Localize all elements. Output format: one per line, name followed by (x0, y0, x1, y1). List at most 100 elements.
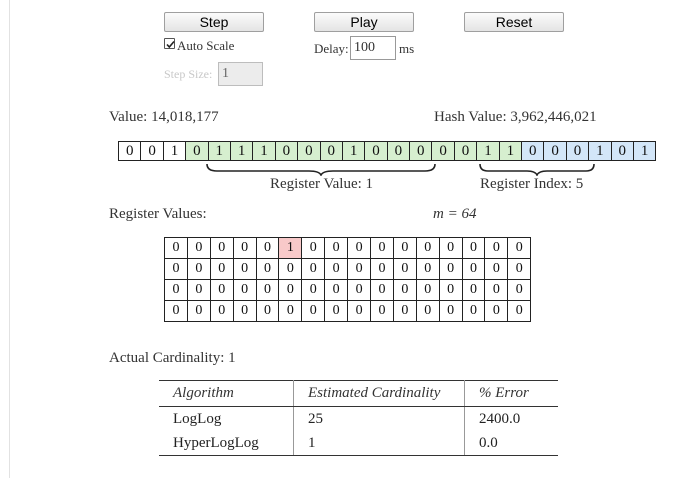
hash-bit: 0 (297, 141, 321, 161)
register-cell: 0 (461, 258, 486, 280)
hash-bit: 0 (610, 141, 634, 161)
register-cell: 0 (164, 258, 188, 280)
register-cell: 0 (301, 258, 326, 280)
register-cell: 0 (232, 237, 257, 259)
register-value-label: Register Value: 1 (270, 176, 374, 192)
register-cell: 0 (415, 258, 440, 280)
register-cell: 0 (301, 300, 326, 322)
register-value-brace (206, 163, 436, 176)
hash-bit: 0 (364, 141, 388, 161)
register-values-title: Register Values: (109, 206, 207, 222)
header-error: % Error (464, 380, 558, 407)
register-cell: 0 (278, 279, 303, 301)
register-cell: 0 (209, 300, 234, 322)
register-cell: 0 (438, 279, 463, 301)
register-cell: 0 (392, 237, 417, 259)
register-cell: 0 (370, 279, 394, 301)
register-cell: 1 (278, 237, 303, 259)
hash-bit: 0 (521, 141, 545, 161)
register-cell: 0 (415, 279, 440, 301)
register-cell: 0 (324, 279, 349, 301)
play-button[interactable]: Play (314, 12, 414, 32)
estimate-cell: 25 (293, 406, 465, 431)
table-row: HyperLogLog 1 0.0 (159, 431, 558, 456)
register-cell: 0 (507, 237, 532, 259)
value-label: Value: 14,018,177 (109, 109, 219, 125)
register-cell: 0 (484, 237, 509, 259)
hash-bit: 0 (543, 141, 567, 161)
hash-bit: 1 (162, 141, 187, 161)
hash-bit: 1 (229, 141, 254, 161)
register-cell: 0 (438, 300, 463, 322)
hash-value-label: Hash Value: 3,962,446,021 (434, 109, 597, 125)
error-cell: 2400.0 (479, 410, 521, 427)
hash-bit: 0 (565, 141, 590, 161)
register-cell: 0 (438, 237, 463, 259)
register-cell: 0 (347, 300, 372, 322)
register-cell: 0 (278, 300, 303, 322)
register-index-label: Register Index: 5 (480, 176, 584, 192)
register-index-brace (479, 163, 595, 176)
hash-bit: 1 (476, 141, 500, 161)
register-cell: 0 (164, 300, 188, 322)
results-header-row: Algorithm Estimated Cardinality % Error (159, 380, 558, 407)
register-row: 0000000000000000 (164, 300, 532, 322)
hash-bit: 0 (118, 141, 142, 161)
checkmark-icon (166, 40, 175, 49)
register-cell: 0 (392, 279, 417, 301)
hash-bit: 0 (274, 141, 299, 161)
register-cell: 0 (278, 258, 303, 280)
hash-bit: 0 (409, 141, 433, 161)
register-cell: 0 (301, 237, 326, 259)
delay-input[interactable]: 100 (350, 36, 396, 60)
register-row: 0000010000000000 (164, 237, 532, 259)
delay-label: Delay: (314, 41, 349, 56)
step-size-input: 1 (218, 62, 263, 86)
register-cell: 0 (232, 300, 257, 322)
register-cell: 0 (347, 279, 372, 301)
hash-bit: 1 (632, 141, 657, 161)
hash-bit: 0 (140, 141, 164, 161)
register-cell: 0 (370, 258, 394, 280)
auto-scale-checkbox[interactable] (164, 38, 175, 49)
register-cell: 0 (324, 258, 349, 280)
actual-cardinality-label: Actual Cardinality: 1 (109, 350, 236, 366)
register-cell: 0 (461, 237, 486, 259)
register-cell: 0 (324, 237, 349, 259)
register-cell: 0 (255, 279, 280, 301)
register-cell: 0 (392, 258, 417, 280)
register-cell: 0 (255, 237, 280, 259)
register-cell: 0 (255, 258, 280, 280)
register-cell: 0 (186, 300, 211, 322)
register-cell: 0 (209, 237, 234, 259)
algorithm-cell: LogLog (159, 406, 294, 431)
hash-bit: 1 (588, 141, 612, 161)
hash-bit: 1 (252, 141, 276, 161)
table-row: LogLog 25 2400.0 (159, 406, 558, 431)
delay-unit: ms (399, 41, 415, 56)
register-cell: 0 (392, 300, 417, 322)
register-cell: 0 (370, 300, 394, 322)
register-cell: 0 (438, 258, 463, 280)
estimate-cell: 1 (293, 431, 465, 456)
register-cell: 0 (507, 258, 532, 280)
algorithm-cell: HyperLogLog (159, 431, 294, 456)
register-cell: 0 (507, 279, 532, 301)
hash-bit: 0 (431, 141, 455, 161)
step-button[interactable]: Step (164, 12, 264, 32)
error-cell: 0.0 (464, 431, 558, 456)
hash-bit: 0 (185, 141, 209, 161)
register-cell: 0 (164, 237, 188, 259)
page-left-border (9, 0, 10, 478)
register-cell: 0 (209, 258, 234, 280)
auto-scale-label: Auto Scale (177, 38, 235, 53)
register-cell: 0 (347, 258, 372, 280)
register-row: 0000000000000000 (164, 258, 532, 280)
register-cell: 0 (415, 237, 440, 259)
register-cell: 0 (324, 300, 349, 322)
step-size-label: Step Size: (164, 67, 213, 81)
register-row: 0000000000000000 (164, 279, 532, 301)
register-cell: 0 (186, 279, 211, 301)
reset-button[interactable]: Reset (464, 12, 564, 32)
register-cell: 0 (507, 300, 532, 322)
